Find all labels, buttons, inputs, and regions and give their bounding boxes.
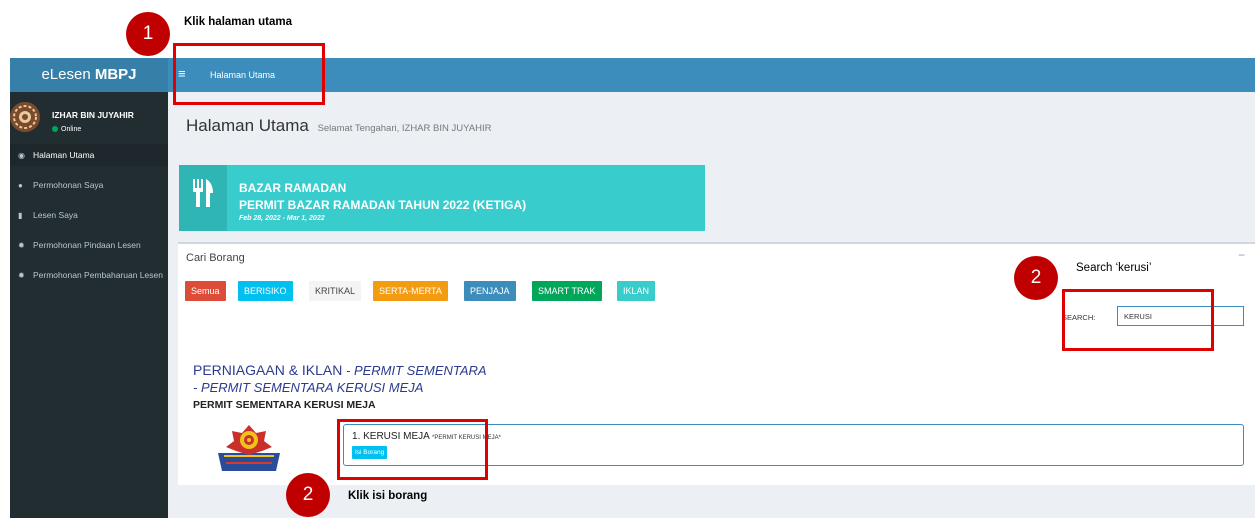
sidebar-item-halaman-utama[interactable]: ◉ Halaman Utama [10, 144, 168, 166]
step1-instruction: Klik halaman utama [184, 16, 293, 28]
event-subtitle: PERMIT BAZAR RAMADAN TAHUN 2022 (KETIGA) [239, 198, 527, 212]
sidebar-item-label: Permohonan Saya [33, 180, 104, 190]
sidebar-item-pindaan-lesen[interactable]: ✹ Permohonan Pindaan Lesen [10, 234, 168, 256]
step2-search-instruction: Search ‘kerusi’ [1076, 262, 1152, 274]
filter-kritikal-button[interactable]: KRITIKAL [309, 281, 362, 301]
sidebar-item-lesen-saya[interactable]: ▮ Lesen Saya [10, 204, 168, 226]
step1-highlight [173, 43, 325, 105]
dashboard-icon: ◉ [18, 151, 25, 160]
filter-iklan-button[interactable]: IKLAN [617, 281, 656, 301]
box-title: Cari Borang [186, 252, 245, 264]
sidebar: IZHAR BIN JUYAHIR Online ◉ Halaman Utama … [10, 92, 168, 518]
category-name: PERNIAGAAN & IKLAN [193, 362, 343, 378]
screenshot-root: eLesen MBPJ ≡ Halaman Utama IZHAR BIN JU… [0, 0, 1255, 518]
folder-icon: ▮ [18, 211, 23, 220]
user-status-label: Online [61, 126, 82, 133]
step2-search-highlight [1062, 289, 1214, 351]
step2-search-marker: 2 [1014, 256, 1058, 300]
sidebar-item-label: Halaman Utama [33, 150, 95, 160]
step2-form-highlight [337, 419, 488, 480]
gear-icon: ✹ [18, 241, 25, 250]
sidebar-item-pembaharuan-lesen[interactable]: ✹ Permohonan Pembaharuan Lesen [10, 264, 168, 286]
category-italic: - PERMIT SEMENTARA [342, 363, 487, 378]
brand-bold: MBPJ [94, 66, 137, 83]
collapse-icon[interactable]: − [1238, 248, 1245, 262]
category-title: PERNIAGAAN & IKLAN - PERMIT SEMENTARA [193, 362, 487, 378]
sidebar-item-label: Permohonan Pembaharuan Lesen [33, 270, 163, 280]
filter-berisiko-button[interactable]: BERISIKO [238, 281, 293, 301]
filter-smart-trak-button[interactable]: SMART TRAK [532, 281, 602, 301]
user-status: Online [52, 126, 81, 133]
step1-marker: 1 [126, 12, 170, 56]
page-title-text: Halaman Utama [186, 116, 309, 135]
online-dot-icon [52, 126, 58, 133]
user-name: IZHAR BIN JUYAHIR [52, 110, 134, 120]
cutlery-icon [179, 165, 227, 231]
page-title: Halaman Utama Selamat Tengahari, IZHAR B… [186, 116, 491, 136]
event-title: BAZAR RAMADAN [239, 181, 347, 195]
filter-serta-merta-button[interactable]: SERTA-MERTA [373, 281, 448, 301]
sidebar-item-label: Lesen Saya [33, 210, 78, 220]
step2-form-marker: 2 [286, 473, 330, 517]
event-date: Feb 28, 2022 - Mar 1, 2022 [239, 215, 325, 222]
sidebar-item-label: Permohonan Pindaan Lesen [33, 240, 141, 250]
filter-penjaja-button[interactable]: PENJAJA [464, 281, 516, 301]
brand-light: eLesen [41, 66, 95, 83]
brand-logo[interactable]: eLesen MBPJ [10, 58, 168, 92]
greeting: Selamat Tengahari, IZHAR BIN JUYAHIR [317, 123, 492, 134]
category-subtitle: - PERMIT SEMENTARA KERUSI MEJA [193, 380, 424, 395]
users-icon: ● [18, 181, 23, 190]
sidebar-item-permohonan-saya[interactable]: ● Permohonan Saya [10, 174, 168, 196]
event-info-box[interactable]: BAZAR RAMADAN PERMIT BAZAR RAMADAN TAHUN… [179, 165, 705, 231]
gear-icon: ✹ [18, 271, 25, 280]
mbpj-logo [214, 423, 284, 473]
category-bold-title: PERMIT SEMENTARA KERUSI MEJA [193, 399, 376, 411]
avatar [10, 102, 40, 132]
filter-semua-button[interactable]: Semua [185, 281, 226, 301]
step2-form-instruction: Klik isi borang [348, 490, 428, 502]
